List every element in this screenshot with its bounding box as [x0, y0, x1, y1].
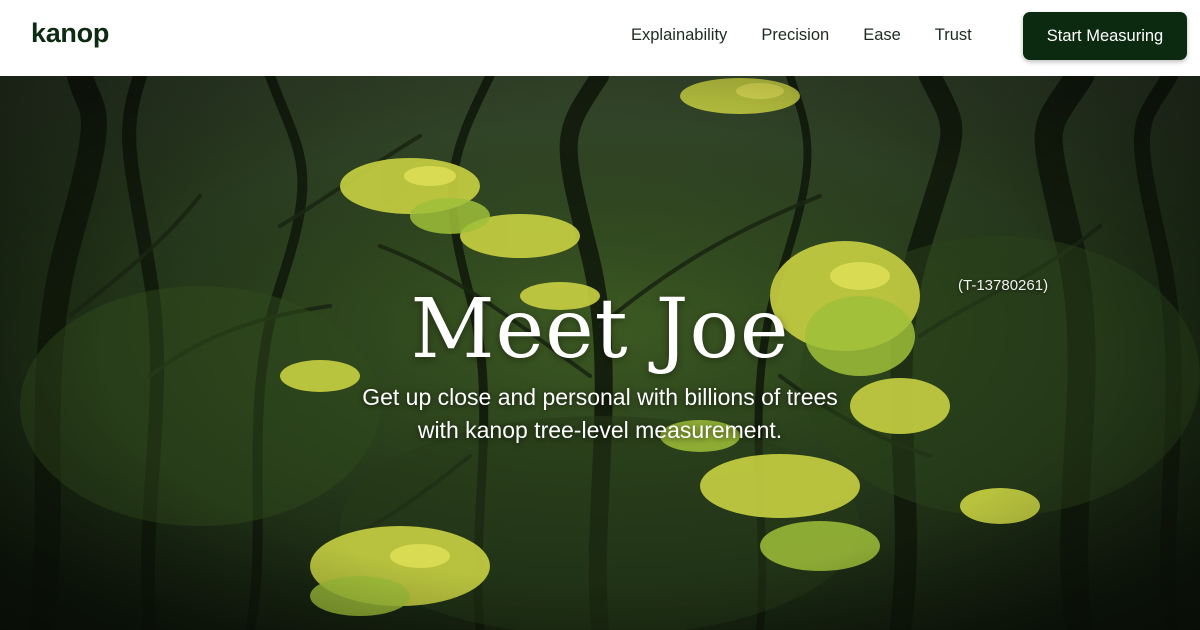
- nav-link-ease[interactable]: Ease: [846, 0, 918, 70]
- hero-subtitle: Get up close and personal with billions …: [300, 381, 900, 447]
- tree-id-label: (T-13780261): [958, 277, 1049, 294]
- hero-subtitle-line-1: Get up close and personal with billions …: [362, 384, 838, 410]
- start-measuring-button[interactable]: Start Measuring: [1023, 12, 1187, 60]
- nav-link-trust[interactable]: Trust: [918, 0, 989, 70]
- hero-subtitle-line-2: with kanop tree-level measurement.: [417, 417, 783, 443]
- top-navbar: kanop Explainability Precision Ease Trus…: [0, 0, 1200, 76]
- hero-section: Meet Joe (T-13780261) Get up close and p…: [0, 76, 1200, 630]
- main-nav: Explainability Precision Ease Trust: [614, 0, 989, 70]
- nav-link-precision[interactable]: Precision: [744, 0, 846, 70]
- kanop-logo[interactable]: kanop: [31, 15, 109, 51]
- hero-title: Meet Joe: [410, 282, 790, 377]
- nav-link-explainability[interactable]: Explainability: [614, 0, 744, 70]
